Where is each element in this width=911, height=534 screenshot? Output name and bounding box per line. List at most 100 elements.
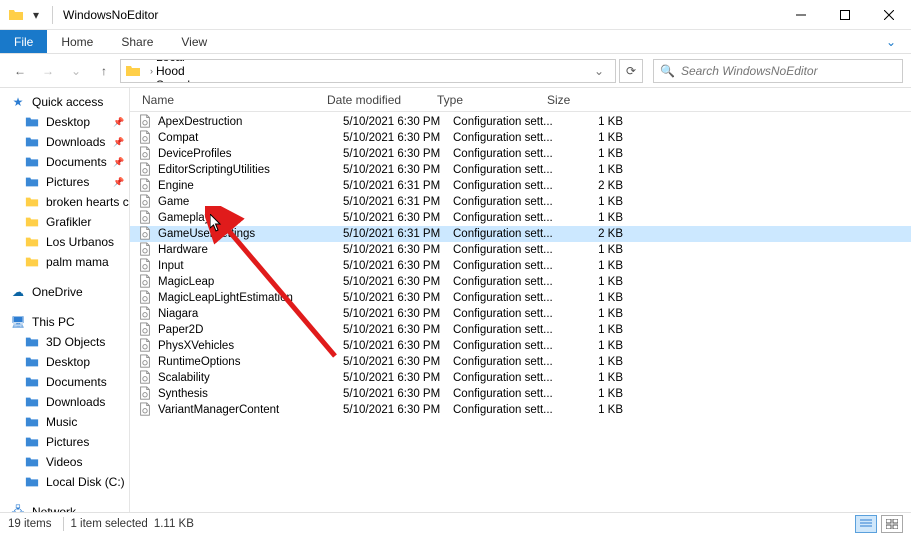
nav-back-button[interactable]: ←	[8, 59, 32, 83]
sidebar-item[interactable]: Desktop📌	[0, 112, 129, 132]
maximize-button[interactable]	[823, 0, 867, 30]
file-row[interactable]: Synthesis 5/10/2021 6:30 PM Configuratio…	[130, 386, 911, 402]
file-icon	[138, 322, 154, 338]
file-type: Configuration sett...	[453, 116, 563, 128]
file-icon	[138, 290, 154, 306]
close-button[interactable]	[867, 0, 911, 30]
sidebar-label: This PC	[32, 315, 75, 329]
file-name: GameplayTags	[158, 212, 343, 224]
file-row[interactable]: ApexDestruction 5/10/2021 6:30 PM Config…	[130, 114, 911, 130]
sidebar-item[interactable]: Grafikler	[0, 212, 129, 232]
file-row[interactable]: PhysXVehicles 5/10/2021 6:30 PM Configur…	[130, 338, 911, 354]
sidebar-quick-access[interactable]: ★ Quick access	[0, 92, 129, 112]
sidebar-item-label: Local Disk (C:)	[46, 475, 125, 489]
sidebar-onedrive[interactable]: ☁ OneDrive	[0, 282, 129, 302]
breadcrumb-segment[interactable]: ›Hood	[145, 64, 253, 78]
nav-up-button[interactable]: ↑	[92, 59, 116, 83]
col-name[interactable]: Name	[138, 93, 323, 107]
view-details-button[interactable]	[855, 515, 877, 533]
file-row[interactable]: GameUserSettings 5/10/2021 6:31 PM Confi…	[130, 226, 911, 242]
window-title: WindowsNoEditor	[63, 8, 158, 22]
file-row[interactable]: Paper2D 5/10/2021 6:30 PM Configuration …	[130, 322, 911, 338]
sidebar-item[interactable]: broken hearts club	[0, 192, 129, 212]
file-type: Configuration sett...	[453, 356, 563, 368]
address-dropdown-icon[interactable]: ⌄	[587, 59, 611, 83]
tab-file[interactable]: File	[0, 30, 47, 53]
status-count: 19 items	[8, 518, 51, 530]
file-row[interactable]: Game 5/10/2021 6:31 PM Configuration set…	[130, 194, 911, 210]
file-size: 1 KB	[563, 292, 633, 304]
file-date: 5/10/2021 6:30 PM	[343, 324, 453, 336]
folder-icon	[24, 394, 40, 410]
sidebar-item[interactable]: Desktop	[0, 352, 129, 372]
folder-icon	[24, 334, 40, 350]
file-size: 1 KB	[563, 148, 633, 160]
file-row[interactable]: Input 5/10/2021 6:30 PM Configuration se…	[130, 258, 911, 274]
address-bar: ← → ⌄ ↑ ›Ertaç Toptutan›AppData›Local›Ho…	[0, 54, 911, 88]
sidebar-item[interactable]: Los Urbanos	[0, 232, 129, 252]
file-size: 1 KB	[563, 196, 633, 208]
file-type: Configuration sett...	[453, 196, 563, 208]
file-row[interactable]: Scalability 5/10/2021 6:30 PM Configurat…	[130, 370, 911, 386]
col-date[interactable]: Date modified	[323, 93, 433, 107]
file-row[interactable]: DeviceProfiles 5/10/2021 6:30 PM Configu…	[130, 146, 911, 162]
sidebar-item[interactable]: Downloads📌	[0, 132, 129, 152]
file-row[interactable]: MagicLeapLightEstimation 5/10/2021 6:30 …	[130, 290, 911, 306]
col-type[interactable]: Type	[433, 93, 543, 107]
file-row[interactable]: MagicLeap 5/10/2021 6:30 PM Configuratio…	[130, 274, 911, 290]
sidebar-item[interactable]: Music	[0, 412, 129, 432]
tab-home[interactable]: Home	[47, 30, 107, 53]
sidebar-item[interactable]: Downloads	[0, 392, 129, 412]
sidebar-item[interactable]: Pictures	[0, 432, 129, 452]
sidebar-item[interactable]: Documents📌	[0, 152, 129, 172]
breadcrumb[interactable]: ›Ertaç Toptutan›AppData›Local›Hood›Saved…	[120, 59, 616, 83]
search-input[interactable]	[681, 64, 896, 78]
sidebar-item[interactable]: Local Disk (C:)	[0, 472, 129, 492]
qat-dropdown-icon[interactable]: ▾	[26, 5, 46, 25]
nav-recent-dropdown[interactable]: ⌄	[64, 59, 88, 83]
file-row[interactable]: Compat 5/10/2021 6:30 PM Configuration s…	[130, 130, 911, 146]
sidebar-this-pc[interactable]: 🖥 This PC	[0, 312, 129, 332]
ribbon-expand-icon[interactable]: ⌄	[871, 30, 911, 53]
tab-share[interactable]: Share	[107, 30, 167, 53]
file-size: 1 KB	[563, 116, 633, 128]
sidebar-item[interactable]: Documents	[0, 372, 129, 392]
file-size: 1 KB	[563, 324, 633, 336]
view-icons-button[interactable]	[881, 515, 903, 533]
file-row[interactable]: RuntimeOptions 5/10/2021 6:30 PM Configu…	[130, 354, 911, 370]
tab-view[interactable]: View	[167, 30, 221, 53]
sidebar-item[interactable]: Videos	[0, 452, 129, 472]
sidebar-item[interactable]: palm mama	[0, 252, 129, 272]
sidebar-item[interactable]: 3D Objects	[0, 332, 129, 352]
file-row[interactable]: Engine 5/10/2021 6:31 PM Configuration s…	[130, 178, 911, 194]
search-box[interactable]: 🔍	[653, 59, 903, 83]
file-size: 1 KB	[563, 308, 633, 320]
file-name: EditorScriptingUtilities	[158, 164, 343, 176]
file-row[interactable]: Hardware 5/10/2021 6:30 PM Configuration…	[130, 242, 911, 258]
folder-icon	[24, 434, 40, 450]
file-type: Configuration sett...	[453, 244, 563, 256]
file-date: 5/10/2021 6:30 PM	[343, 148, 453, 160]
file-row[interactable]: GameplayTags 5/10/2021 6:30 PM Configura…	[130, 210, 911, 226]
col-size[interactable]: Size	[543, 93, 613, 107]
navigation-pane: ★ Quick access Desktop📌Downloads📌Documen…	[0, 88, 130, 512]
minimize-button[interactable]	[779, 0, 823, 30]
file-name: Input	[158, 260, 343, 272]
file-type: Configuration sett...	[453, 340, 563, 352]
sidebar-item-label: Los Urbanos	[46, 235, 114, 249]
file-row[interactable]: EditorScriptingUtilities 5/10/2021 6:30 …	[130, 162, 911, 178]
refresh-button[interactable]: ⟳	[619, 59, 643, 83]
file-icon	[138, 146, 154, 162]
file-size: 1 KB	[563, 212, 633, 224]
sidebar-network[interactable]: 🖧 Network	[0, 502, 129, 512]
nav-forward-button[interactable]: →	[36, 59, 60, 83]
file-size: 1 KB	[563, 164, 633, 176]
sidebar-item[interactable]: Pictures📌	[0, 172, 129, 192]
file-row[interactable]: VariantManagerContent 5/10/2021 6:30 PM …	[130, 402, 911, 418]
file-row[interactable]: Niagara 5/10/2021 6:30 PM Configuration …	[130, 306, 911, 322]
file-type: Configuration sett...	[453, 388, 563, 400]
status-bar: 19 items 1 item selected 1.11 KB	[0, 512, 911, 534]
breadcrumb-segment[interactable]: ›Saved	[145, 78, 253, 83]
star-icon: ★	[10, 94, 26, 110]
status-selection: 1 item selected	[70, 518, 147, 530]
